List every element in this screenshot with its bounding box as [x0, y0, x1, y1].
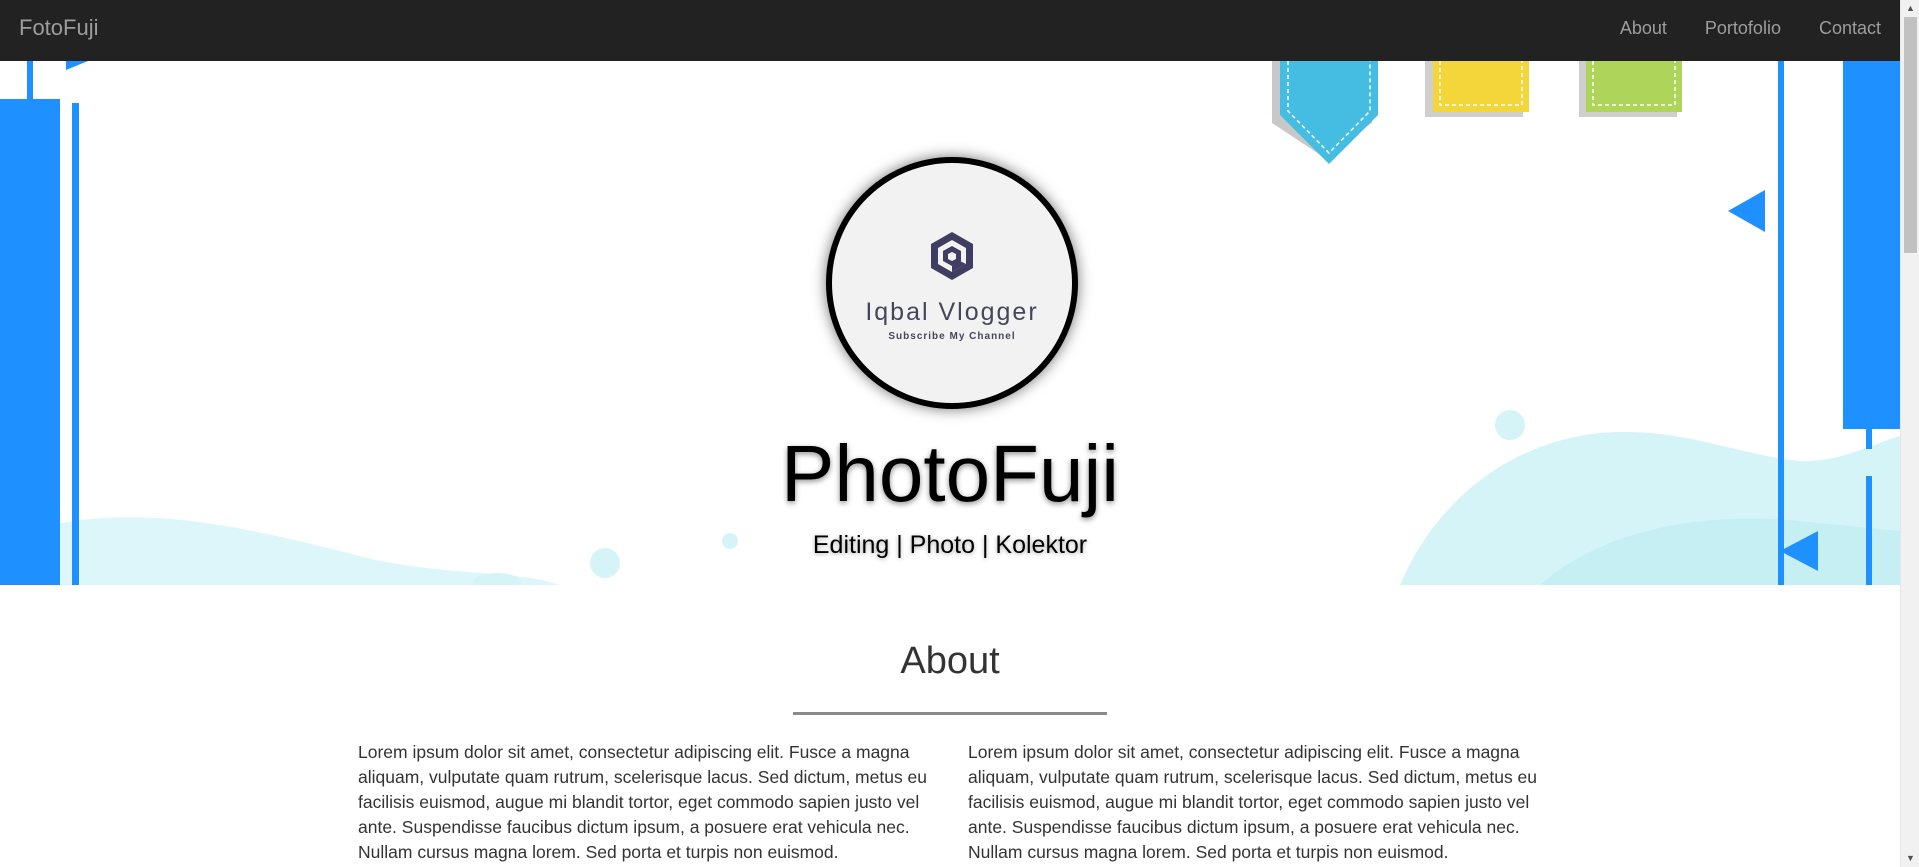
nav-contact-link[interactable]: Contact [1800, 0, 1900, 56]
bg-ribbon-blue [1280, 61, 1378, 164]
avatar-name: Iqbal Vlogger [865, 298, 1039, 326]
arrow-down-icon[interactable]: ▼ [1901, 850, 1919, 867]
about-text-right: Lorem ipsum dolor sit amet, consectetur … [968, 742, 1538, 862]
arrow-up-icon[interactable]: ▲ [1901, 0, 1919, 17]
navbar: FotoFuji About Portofolio Contact [0, 0, 1900, 61]
bg-triangle [1728, 190, 1765, 232]
brand-link[interactable]: FotoFuji [19, 0, 98, 56]
scrollbar[interactable]: ▲ ▼ [1900, 0, 1919, 867]
avatar-tagline: Subscribe My Channel [888, 331, 1016, 342]
about-text-left: Lorem ipsum dolor sit amet, consectetur … [358, 742, 928, 862]
nav-about-link[interactable]: About [1601, 0, 1686, 56]
about-divider [793, 712, 1107, 715]
nav-links: About Portofolio Contact [1601, 0, 1900, 56]
bg-bar-right [1843, 61, 1900, 429]
hero-title: PhotoFuji [781, 429, 1119, 518]
hero-subtitle: Editing | Photo | Kolektor [812, 531, 1088, 559]
nav-portofolio-link[interactable]: Portofolio [1686, 0, 1800, 56]
bg-line-left [27, 61, 33, 99]
avatar: Iqbal Vlogger Subscribe My Channel [826, 157, 1078, 409]
bg-triangle [66, 61, 88, 70]
hero-section: Iqbal Vlogger Subscribe My Channel Photo… [0, 61, 1900, 585]
avatar-logo-icon [931, 232, 973, 280]
about-title: About [900, 640, 1000, 682]
scrollbar-thumb[interactable] [1904, 17, 1917, 253]
